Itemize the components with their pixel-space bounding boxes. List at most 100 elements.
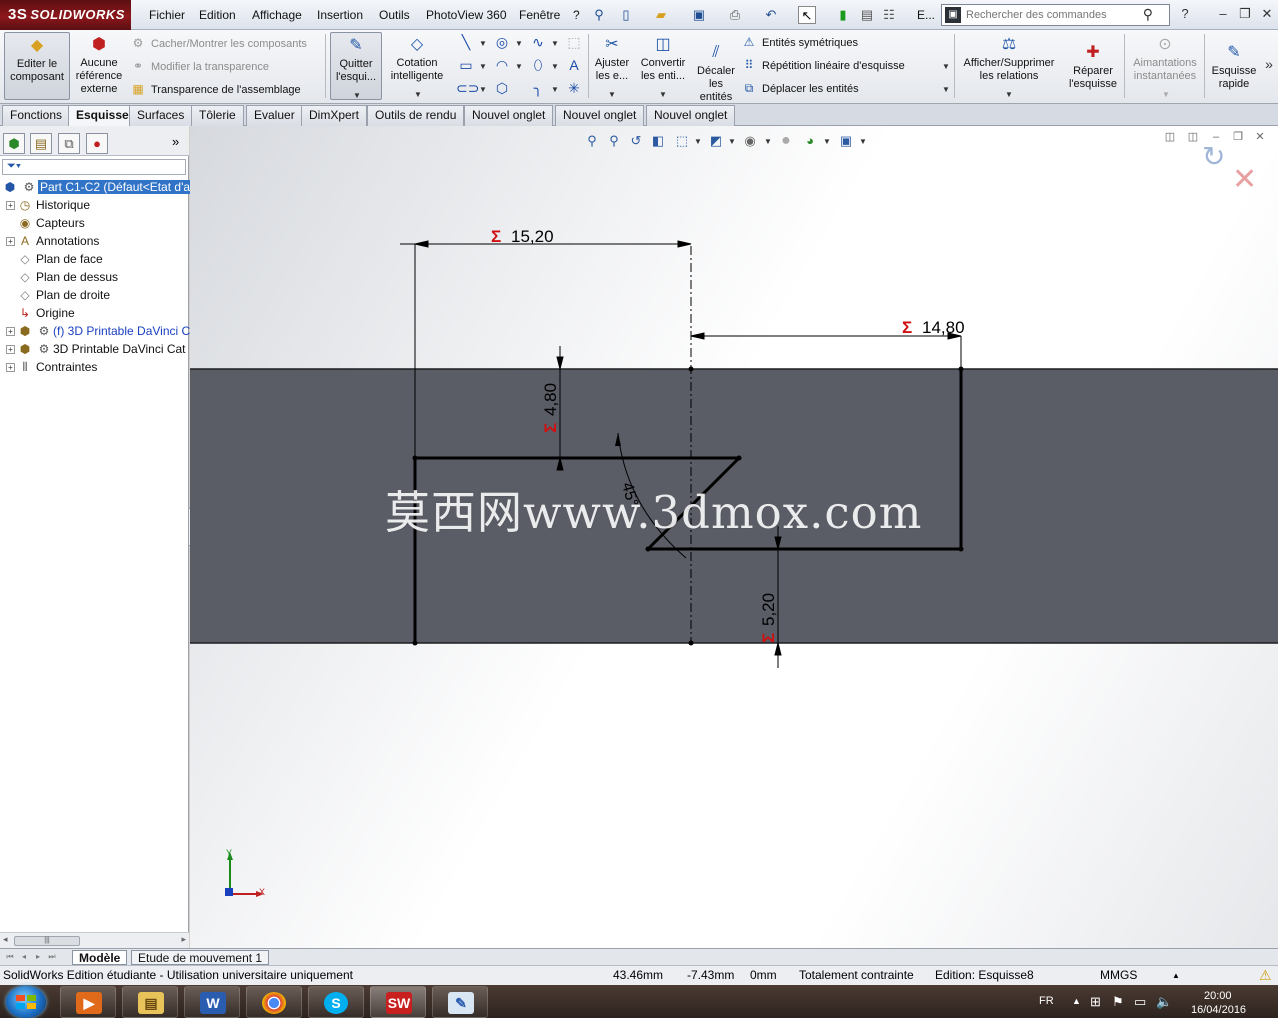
move-entities[interactable]: ⧉ Déplacer les entités [741,79,859,97]
tree-item-component-1[interactable]: + ⬢ ⚙ (f) 3D Printable DaVinci C [6,322,190,340]
circle-tool-icon[interactable]: ◎ [492,32,512,52]
text-tool-icon[interactable]: A [564,55,584,75]
chevron-down-icon[interactable]: ▼ [659,88,667,101]
chevron-down-icon[interactable]: ▼ [551,62,559,71]
view-settings-icon[interactable]: ▣ [837,132,855,150]
mirror-entities[interactable]: ⚠ Entités symétriques [741,33,858,51]
units-chevron-up-icon[interactable]: ▲ [1172,966,1180,985]
expand-icon[interactable]: + [6,345,15,354]
display-style-icon[interactable]: ◩ [707,132,725,150]
scroll-left-icon[interactable]: ◂ [3,934,8,945]
chevron-down-icon[interactable]: ▼ [694,137,702,146]
feature-manager-tab-icon[interactable]: ⬢ [3,133,25,154]
file-properties-icon[interactable]: ▤ [858,6,876,24]
tab-motion-study[interactable]: Etude de mouvement 1 [131,950,270,965]
construction-geometry-icon[interactable]: ⬚ [564,32,584,52]
assembly-transparency[interactable]: ▦ Transparence de l'assemblage [130,80,300,98]
action-center-icon[interactable]: ⚑ [1112,994,1124,1010]
menu-insertion[interactable]: Insertion [317,8,363,22]
open-folder-icon[interactable]: ▰ [652,6,670,24]
chevron-down-icon[interactable]: ▼ [479,85,487,94]
help-menu-icon[interactable]: ? [1176,6,1194,22]
tray-expand-icon[interactable]: ▲ [1072,996,1081,1006]
tree-item-plan-de-face[interactable]: ◇ Plan de face [17,250,102,268]
search-icon[interactable]: ⚲ [1143,6,1153,23]
network-icon[interactable]: ▭ [1134,994,1146,1010]
apply-scene-icon[interactable]: ◕ [801,132,819,150]
tab-evaluer[interactable]: Evaluer [246,105,303,126]
first-tab-icon[interactable]: ⏮ [4,951,16,963]
chevron-down-icon[interactable]: ▼ [942,85,950,94]
chevron-down-icon[interactable]: ▼ [353,89,361,102]
start-button[interactable] [6,986,46,1018]
next-tab-icon[interactable]: ▸ [32,951,44,963]
expand-icon[interactable]: + [6,201,15,210]
last-tab-icon[interactable]: ⏭ [46,951,58,963]
new-document-icon[interactable]: ▯ [617,6,635,24]
previous-view-icon[interactable]: ↺ [627,132,645,150]
spline-tool-icon[interactable]: ∿ [528,32,548,52]
tile-vertical-icon[interactable]: ◫ [1185,130,1201,144]
edit-appearance-icon[interactable]: ● [777,132,795,150]
minimize-icon[interactable]: – [1214,6,1232,22]
offset-entities-button[interactable]: ⫽ Décaler les entités [694,40,738,108]
chevron-down-icon[interactable]: ▼ [608,88,616,101]
zoom-to-area-icon[interactable]: ⚲ [605,132,623,150]
edit-component-button[interactable]: ◆ Editer le composant [4,32,70,100]
line-tool-icon[interactable]: ╲ [456,32,476,52]
tree-item-component-2[interactable]: + ⬢ ⚙ 3D Printable DaVinci Cat [6,340,186,358]
chevron-down-icon[interactable]: ▼ [764,137,772,146]
linear-pattern[interactable]: ⠿ Répétition linéaire d'esquisse [741,56,905,74]
chevron-down-icon[interactable]: ▼ [479,62,487,71]
tile-horizontal-icon[interactable]: ◫ [1162,130,1178,144]
fillet-tool-icon[interactable]: ╮ [528,78,548,98]
prev-tab-icon[interactable]: ◂ [18,951,30,963]
tab-nouvel-onglet-3[interactable]: Nouvel onglet [646,105,736,126]
menu-edition[interactable]: Edition [199,8,236,22]
menu-outils[interactable]: Outils [379,8,410,22]
tree-item-origine[interactable]: ↳ Origine [17,304,75,322]
expand-icon[interactable]: + [6,237,15,246]
dimension-14-80[interactable] [690,332,962,369]
menu-fenetre[interactable]: Fenêtre [519,8,560,22]
configuration-manager-tab-icon[interactable]: ⧉ [58,133,80,154]
options-icon[interactable]: ☷ [880,6,898,24]
menu-fichier[interactable]: Fichier [149,8,185,22]
hide-show-components[interactable]: ⚙ Cacher/Montrer les composants [130,34,307,52]
pin-icon[interactable]: ⚲ [590,6,608,24]
view-orientation-icon[interactable]: ⬚ [673,132,691,150]
taskbar-solidworks[interactable]: SW [370,986,426,1018]
tree-item-annotations[interactable]: + A Annotations [6,232,99,250]
taskbar-paint[interactable]: ✎ [432,986,488,1018]
appearance-manager-tab-icon[interactable]: ● [86,133,108,154]
chevron-down-icon[interactable]: ▼ [515,39,523,48]
close-icon[interactable]: ✕ [1258,6,1276,22]
chevron-down-icon[interactable]: ▼ [823,137,831,146]
chevron-down-icon[interactable]: ▼ [859,137,867,146]
change-transparency[interactable]: ⚭ Modifier la transparence [130,57,269,75]
print-icon[interactable]: ⎙ [726,6,744,24]
toolbar-overflow[interactable]: E... [917,8,935,22]
rapid-sketch-button[interactable]: ✎ Esquisse rapide [1208,40,1260,108]
slot-tool-icon[interactable]: ⊂⊃ [456,78,479,98]
chevron-down-icon[interactable]: ▼ [1005,88,1013,101]
command-search-input[interactable] [966,7,1136,23]
rectangle-tool-icon[interactable]: ▭ [456,55,476,75]
dimension-left-value[interactable]: 4,80 [541,383,560,416]
command-search[interactable]: ▣ ⚲ [941,4,1170,26]
volume-icon[interactable]: 🔈 [1156,994,1172,1010]
taskbar-media-player[interactable]: ▶ [60,986,116,1018]
tree-item-plan-de-dessus[interactable]: ◇ Plan de dessus [17,268,118,286]
panel-horizontal-scrollbar[interactable]: ◂ ||| ▸ [0,932,189,948]
section-view-icon[interactable]: ◧ [649,132,667,150]
convert-entities-button[interactable]: ◫ Convertir les enti... ▼ [637,32,689,100]
rebuild-status-icon[interactable]: ⚠ [1259,966,1272,985]
exit-sketch-button[interactable]: ✎ Quitter l'esqui... ▼ [330,32,382,100]
scroll-right-icon[interactable]: ▸ [181,934,186,945]
restore-icon[interactable]: ❐ [1236,6,1254,22]
dimension-top-value[interactable]: 15,20 [511,227,554,246]
rebuild-traffic-light-icon[interactable]: ▮ [834,6,852,24]
chevron-down-icon[interactable]: ▼ [515,62,523,71]
chevron-down-icon[interactable]: ▼ [479,39,487,48]
select-pointer-icon[interactable]: ↖ [798,6,816,24]
